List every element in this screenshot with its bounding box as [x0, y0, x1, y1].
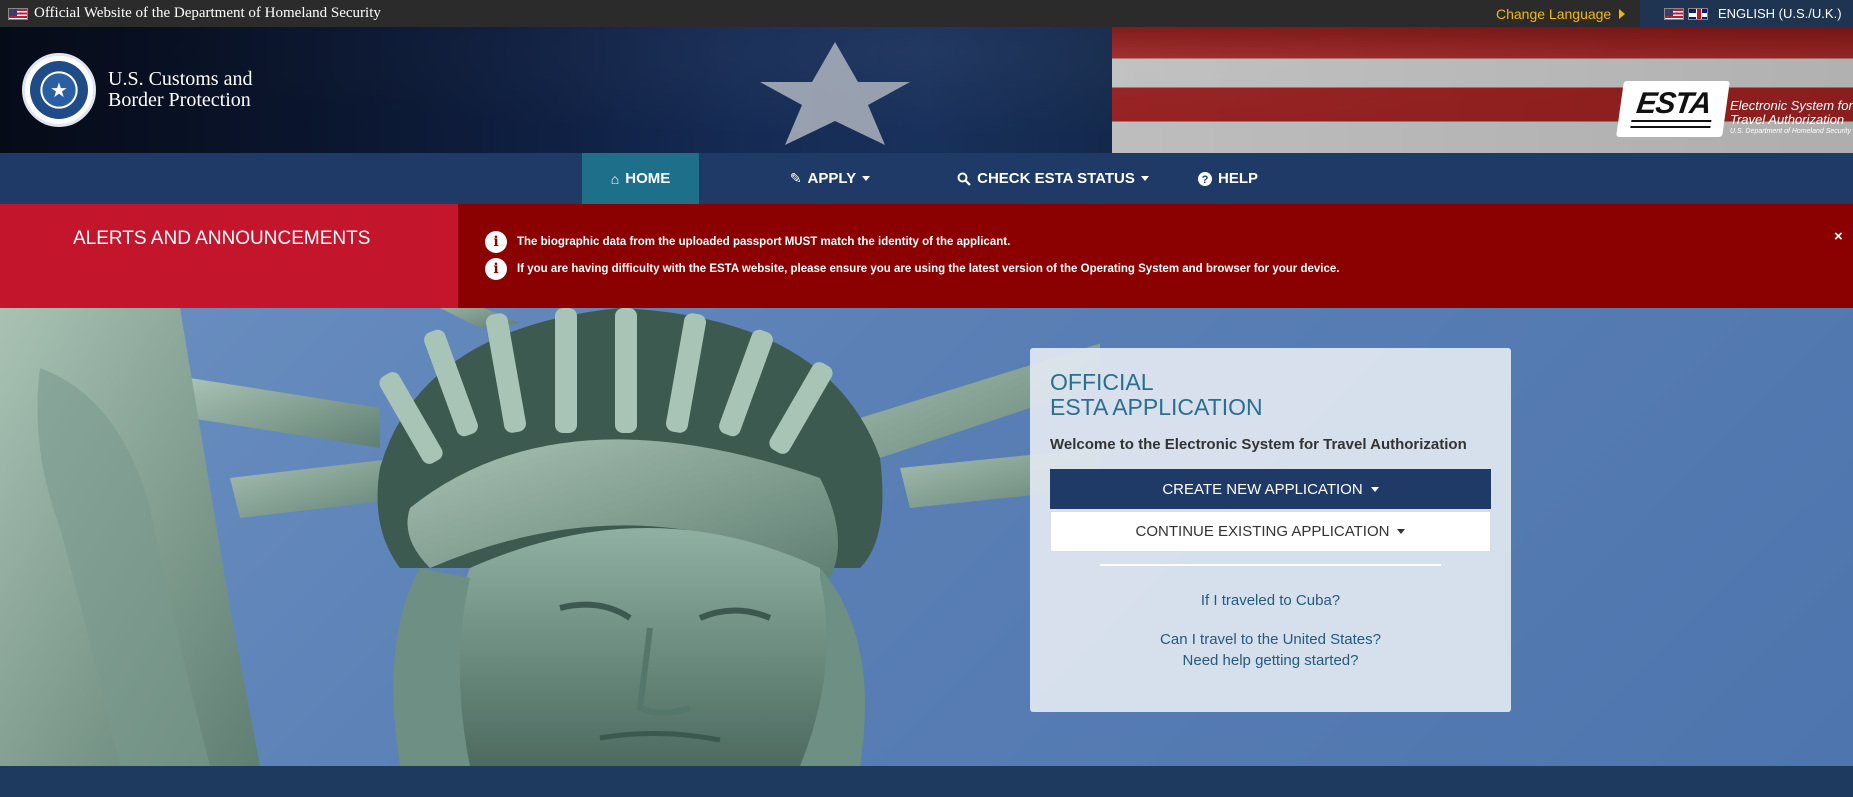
nav-check-status-label: CHECK ESTA STATUS — [977, 170, 1135, 187]
welcome-text: Welcome to the Electronic System for Tra… — [1050, 436, 1467, 453]
home-icon: ⌂ — [610, 170, 620, 187]
caret-right-icon — [1619, 8, 1626, 19]
alerts-title: ALERTS AND ANNOUNCEMENTS — [0, 204, 458, 308]
nav-apply[interactable]: ✎ APPLY — [760, 153, 900, 204]
esta-logo-line2: Travel Authorization — [1730, 112, 1845, 127]
esta-logo-mark: ESTA — [1616, 81, 1730, 137]
esta-logo-text: Electronic System for Travel Authorizati… — [1730, 99, 1853, 136]
info-circle-icon: i — [485, 231, 507, 253]
top-utility-bar: Official Website of the Department of Ho… — [0, 0, 1853, 27]
esta-logo[interactable]: ESTA Electronic System for Travel Author… — [1616, 81, 1853, 137]
us-flag-icon — [1664, 7, 1684, 20]
alert-text: The biographic data from the uploaded pa… — [517, 236, 1011, 248]
alert-text: If you are having difficulty with the ES… — [517, 263, 1340, 275]
esta-logo-line1: Electronic System for — [1730, 98, 1853, 113]
pencil-icon: ✎ — [789, 170, 802, 186]
alerts-banner: ALERTS AND ANNOUNCEMENTS i The biographi… — [0, 204, 1853, 308]
create-new-application-button[interactable]: CREATE NEW APPLICATION — [1050, 469, 1491, 509]
official-website-text: Official Website of the Department of Ho… — [34, 5, 381, 21]
card-title-line2: ESTA APPLICATION — [1050, 394, 1263, 420]
card-title-line1: OFFICIAL — [1050, 369, 1154, 395]
link-cuba[interactable]: If I traveled to Cuba? — [1030, 592, 1511, 609]
site-header: ★ U.S. Customs and Border Protection EST… — [0, 27, 1853, 153]
language-label: ENGLISH (U.S./U.K.) — [1718, 6, 1842, 21]
card-divider — [1100, 564, 1441, 566]
language-selector[interactable]: ENGLISH (U.S./U.K.) — [1640, 0, 1853, 27]
agency-name: U.S. Customs and Border Protection — [108, 69, 252, 111]
statue-of-liberty-image — [0, 308, 1100, 766]
cbp-logo[interactable]: ★ U.S. Customs and Border Protection — [22, 53, 252, 127]
question-circle-icon: ? — [1197, 171, 1212, 186]
alert-item-2: i If you are having difficulty with the … — [485, 258, 1339, 280]
nav-help[interactable]: ? HELP — [1188, 153, 1268, 204]
close-icon[interactable]: × — [1834, 228, 1843, 245]
dhs-seal-icon: ★ — [22, 53, 96, 127]
continue-existing-application-button[interactable]: CONTINUE EXISTING APPLICATION — [1050, 511, 1491, 552]
info-circle-icon: i — [485, 258, 507, 280]
create-new-application-label: CREATE NEW APPLICATION — [1162, 480, 1363, 498]
esta-application-card: OFFICIAL ESTA APPLICATION Welcome to the… — [1030, 348, 1511, 712]
main-navigation: ⌂ HOME ✎ APPLY CHECK ESTA STATUS ? HELP — [0, 153, 1853, 204]
header-shade — [0, 27, 1853, 153]
us-flag-icon — [8, 7, 28, 20]
caret-down-icon — [862, 176, 871, 181]
card-title: OFFICIAL ESTA APPLICATION — [1050, 370, 1263, 420]
caret-down-icon — [1370, 486, 1379, 492]
nav-check-status[interactable]: CHECK ESTA STATUS — [953, 153, 1153, 204]
hero-section: OFFICIAL ESTA APPLICATION Welcome to the… — [0, 308, 1853, 766]
nav-apply-label: APPLY — [807, 170, 857, 187]
esta-logo-word: ESTA — [1634, 87, 1713, 120]
svg-text:?: ? — [1202, 174, 1209, 186]
agency-name-line1: U.S. Customs and — [108, 68, 253, 90]
uk-flag-icon — [1688, 7, 1708, 20]
nav-help-label: HELP — [1217, 170, 1258, 187]
agency-name-line2: Border Protection — [108, 89, 251, 111]
nav-home[interactable]: ⌂ HOME — [582, 153, 699, 204]
official-website-notice: Official Website of the Department of Ho… — [8, 0, 381, 27]
esta-logo-line3: U.S. Department of Homeland Security — [1730, 128, 1851, 135]
change-language-link[interactable]: Change Language — [1496, 0, 1638, 27]
link-travel-to-us[interactable]: Can I travel to the United States? — [1030, 631, 1511, 648]
caret-down-icon — [1140, 176, 1149, 181]
alert-item-1: i The biographic data from the uploaded … — [485, 231, 1010, 253]
change-language-label: Change Language — [1496, 5, 1612, 22]
nav-home-label: HOME — [625, 170, 671, 187]
footer-strip — [0, 766, 1853, 797]
continue-existing-application-label: CONTINUE EXISTING APPLICATION — [1135, 523, 1390, 540]
link-help-getting-started[interactable]: Need help getting started? — [1030, 652, 1511, 669]
caret-down-icon — [1397, 529, 1406, 534]
search-icon — [957, 172, 971, 186]
